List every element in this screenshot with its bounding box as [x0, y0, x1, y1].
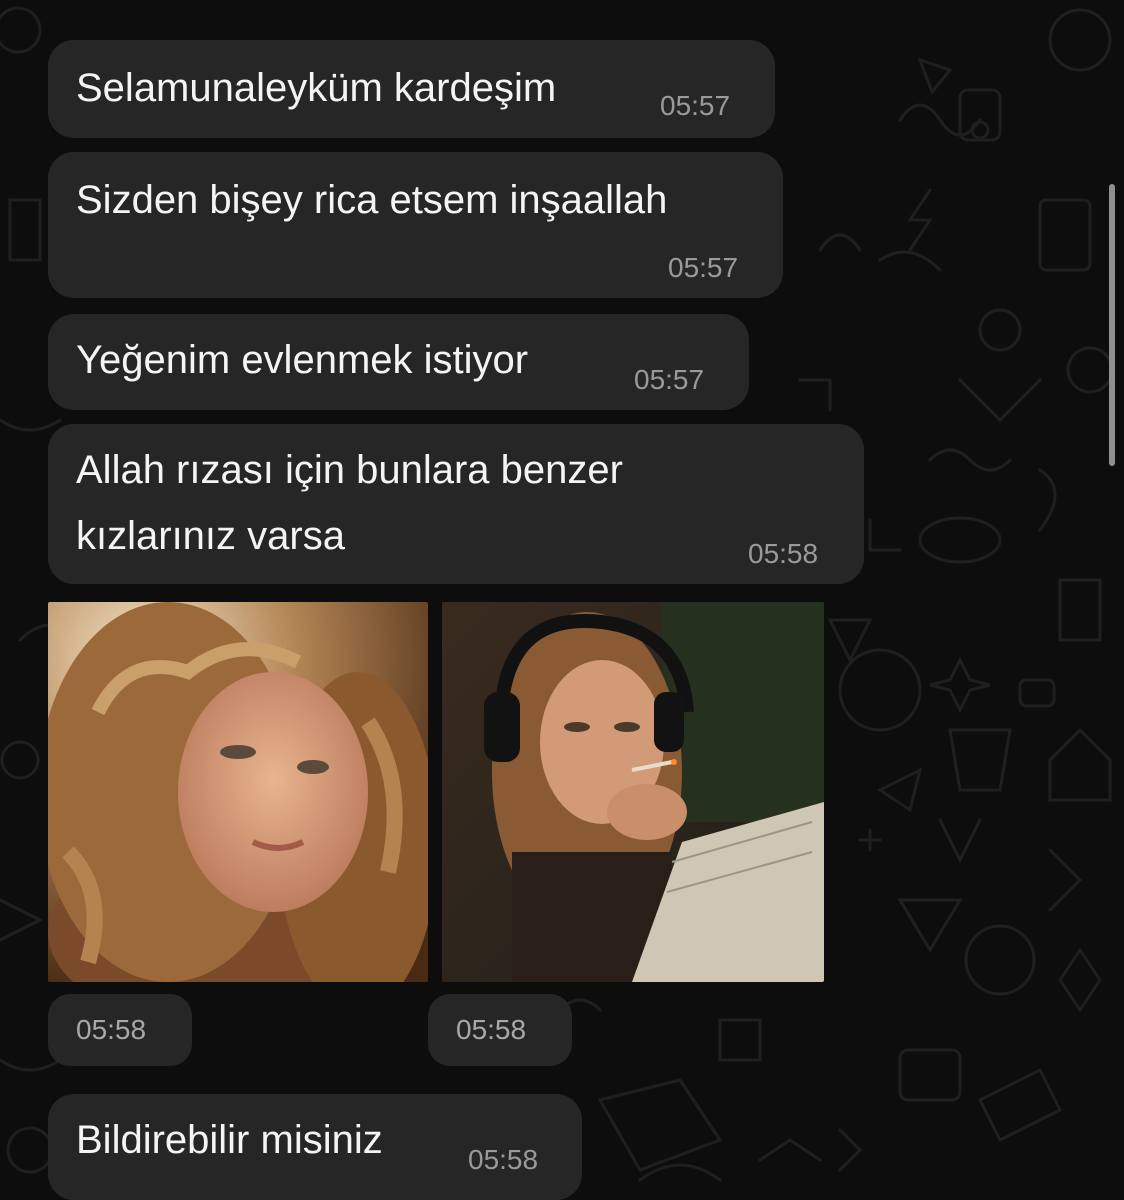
- message-text: Sizden bişey rica etsem inşaallah: [76, 178, 668, 222]
- message-bubble[interactable]: Yeğenim evlenmek istiyor 05:57: [48, 314, 749, 410]
- photo-image: [442, 602, 824, 982]
- message-text: Selamunaleyküm kardeşim: [76, 66, 557, 110]
- message-timestamp: 05:57: [660, 90, 731, 121]
- message-bubble[interactable]: Bildirebilir misiniz 05:58: [48, 1094, 582, 1200]
- message-timestamp: 05:57: [668, 252, 739, 283]
- message-timestamp: 05:58: [468, 1144, 539, 1175]
- message-bubble[interactable]: Sizden bişey rica etsem inşaallah 05:57: [48, 152, 783, 298]
- photo-timestamp-pill: 05:58: [428, 994, 572, 1066]
- scrollbar[interactable]: [1109, 184, 1115, 466]
- message-text-line-1: Allah rızası için bunlara benzer: [76, 448, 623, 492]
- photo-message[interactable]: [48, 602, 428, 982]
- message-bubble[interactable]: Allah rızası için bunlara benzer kızları…: [48, 424, 864, 584]
- message-timestamp: 05:57: [634, 364, 705, 395]
- photo-image: [48, 602, 428, 982]
- message-bubble[interactable]: Selamunaleyküm kardeşim 05:57: [48, 40, 775, 138]
- message-text: Yeğenim evlenmek istiyor: [76, 338, 529, 382]
- photo-timestamp-pill: 05:58: [48, 994, 192, 1066]
- message-text-line-2: kızlarınız varsa: [76, 514, 345, 558]
- photo-timestamp: 05:58: [456, 1014, 527, 1045]
- chat-view: Selamunaleyküm kardeşim 05:57 Sizden biş…: [0, 0, 1124, 1200]
- photo-message[interactable]: [442, 602, 824, 982]
- message-timestamp: 05:58: [748, 538, 819, 569]
- photo-timestamp: 05:58: [76, 1014, 147, 1045]
- message-text: Bildirebilir misiniz: [76, 1118, 383, 1162]
